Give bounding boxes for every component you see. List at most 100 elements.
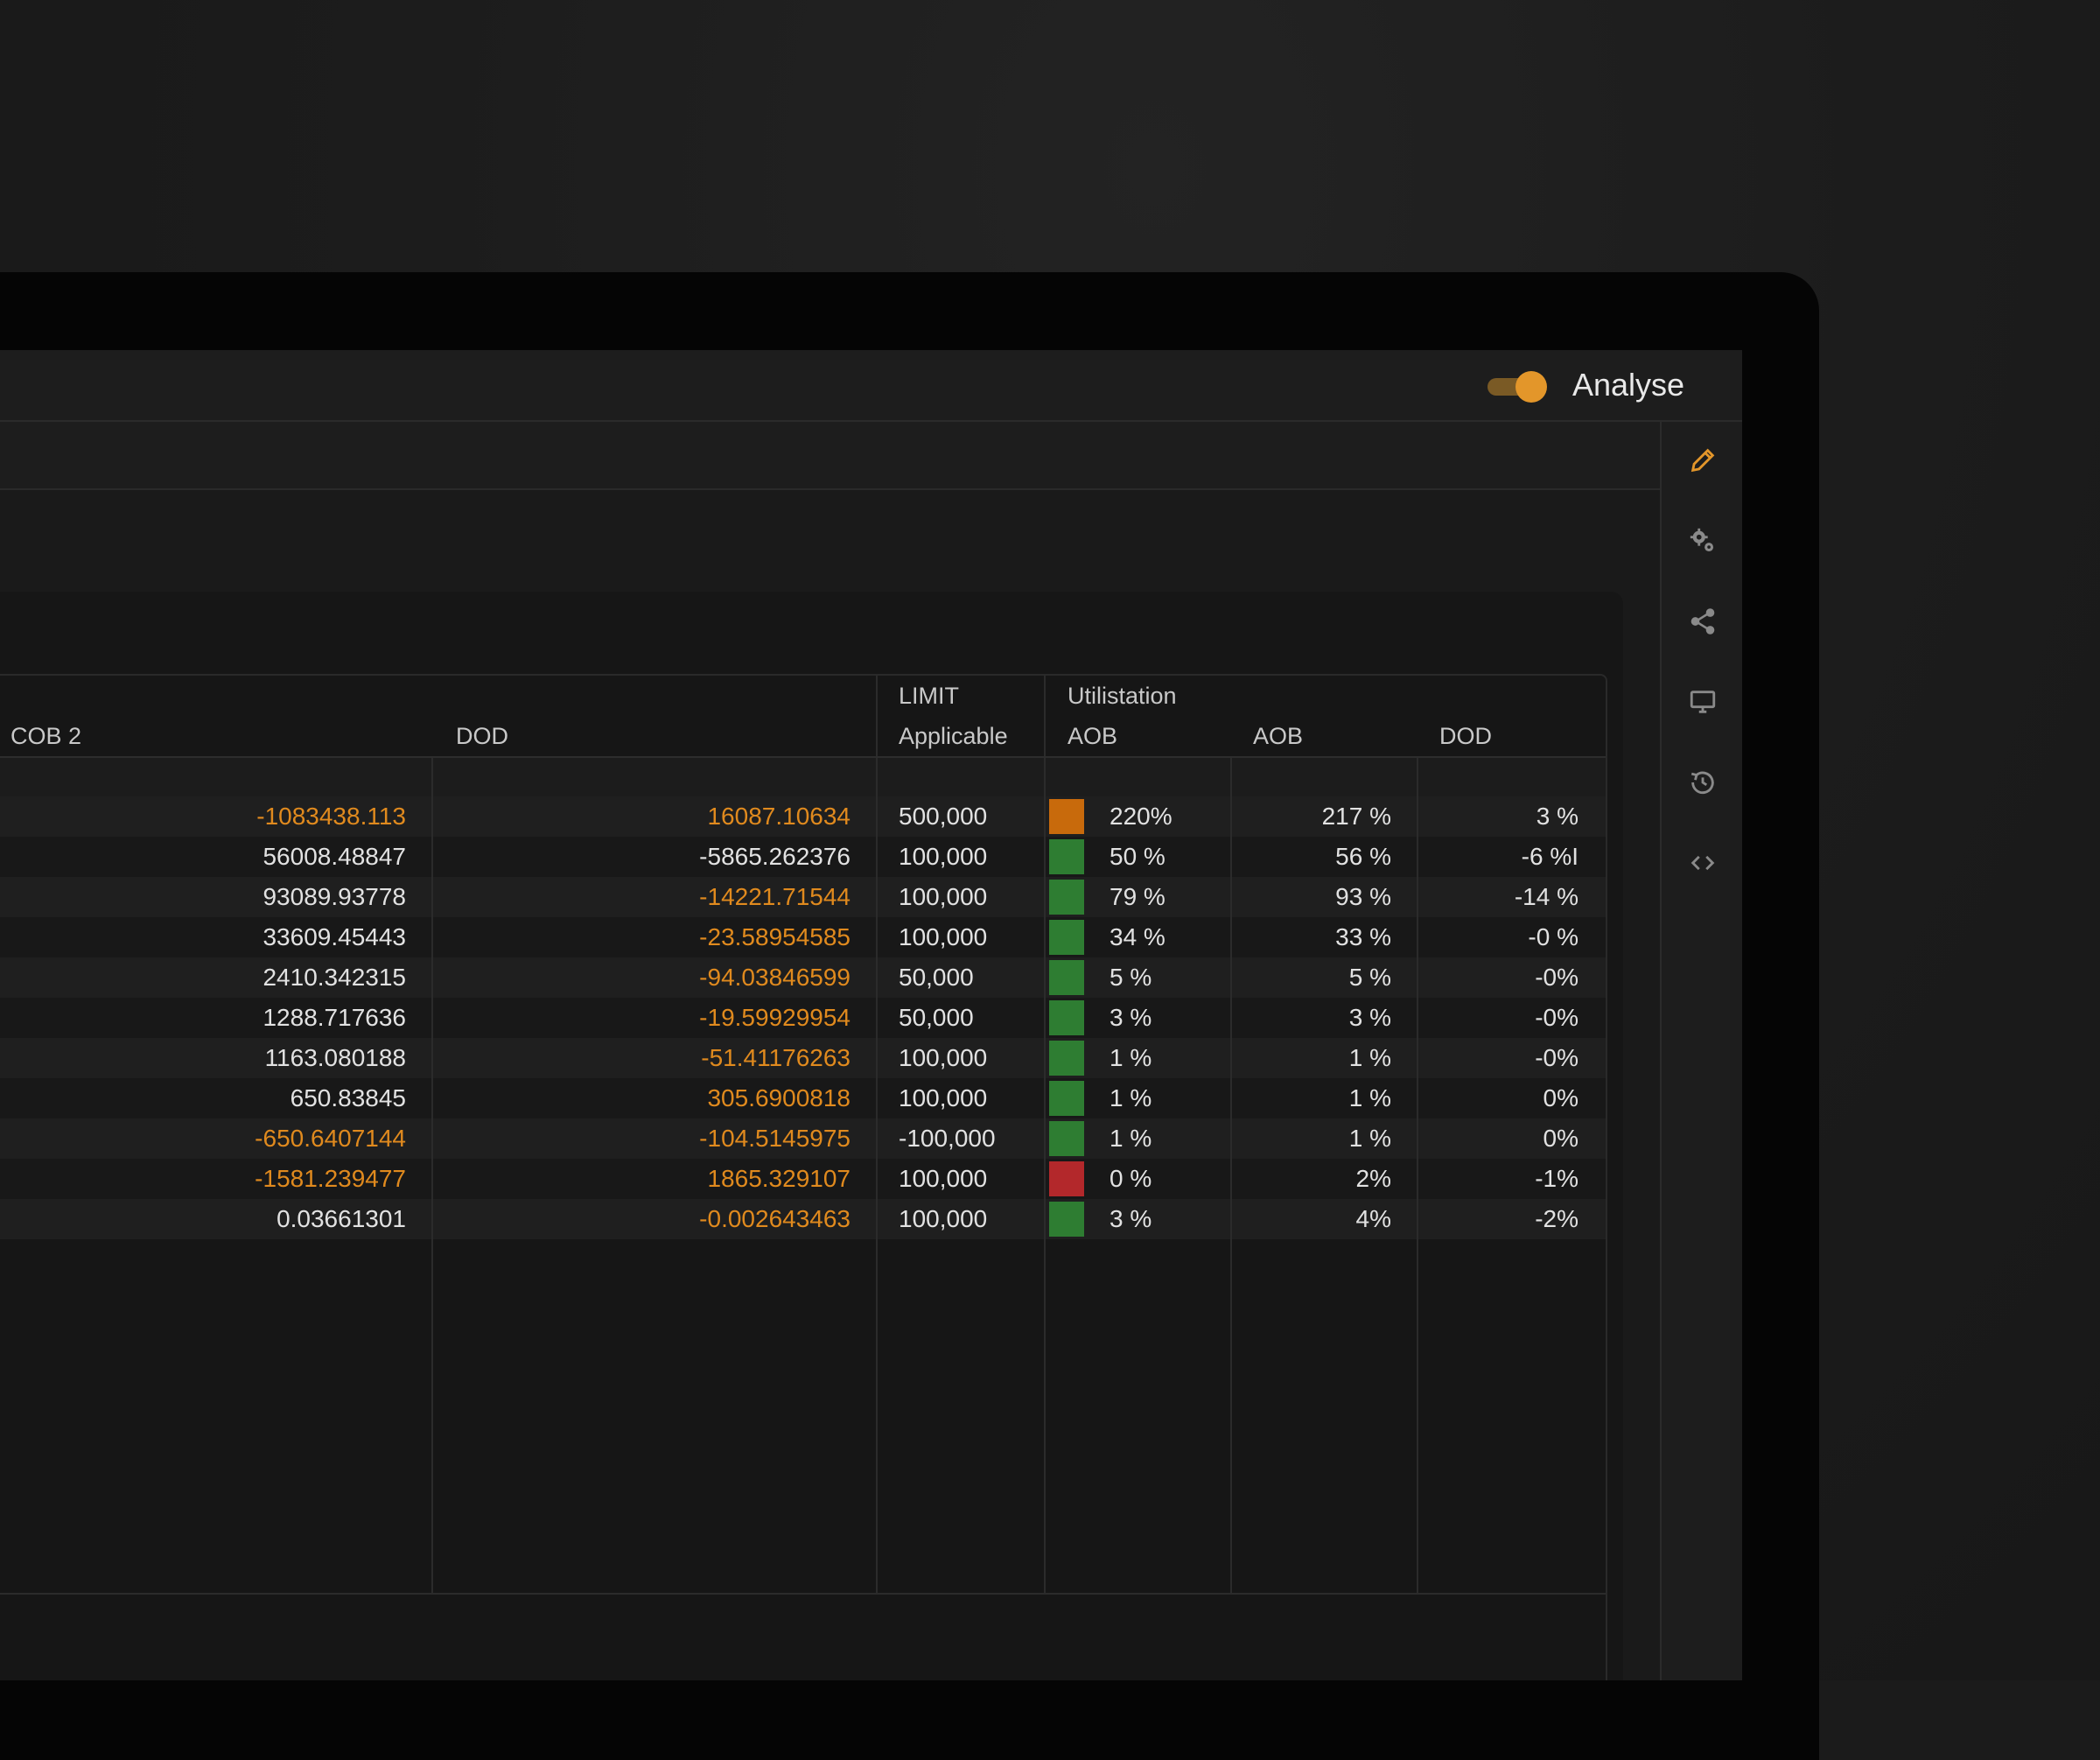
cell-aob: 217 % bbox=[1321, 803, 1391, 830]
header-cob2[interactable]: COB 2 bbox=[10, 723, 81, 750]
header-limit-top: LIMIT bbox=[899, 683, 960, 709]
cell-dod-2: -0% bbox=[1535, 1004, 1578, 1031]
table-row[interactable]: 56008.48847 -5865.262376 100,000 50 % 56 % -6… bbox=[0, 837, 1606, 877]
cell-util-aob: 1 % bbox=[1110, 1044, 1152, 1071]
header-utilisation: Utilistation bbox=[1068, 683, 1177, 709]
cell-util-aob: 34 % bbox=[1110, 923, 1166, 950]
cell-dod-2: -0 % bbox=[1528, 923, 1578, 950]
cell-dod: -94.03846599 bbox=[699, 964, 850, 991]
status-indicator bbox=[1049, 880, 1084, 915]
column-separator bbox=[876, 758, 878, 1593]
cell-cob2: -1083438.113 bbox=[256, 803, 406, 830]
cell-dod-2: -2% bbox=[1535, 1205, 1578, 1232]
cell-limit: 100,000 bbox=[899, 843, 988, 870]
cell-dod: 305.6900818 bbox=[707, 1084, 850, 1111]
cell-cob2: 1288.717636 bbox=[262, 1004, 406, 1031]
cell-util-aob: 3 % bbox=[1110, 1205, 1152, 1232]
cell-aob: 93 % bbox=[1335, 883, 1391, 910]
cell-util-aob: 1 % bbox=[1110, 1084, 1152, 1111]
cell-aob: 56 % bbox=[1335, 843, 1391, 870]
status-indicator bbox=[1049, 1000, 1084, 1035]
table-row[interactable]: 2410.342315 -94.03846599 50,000 5 % 5 % -0% bbox=[0, 957, 1606, 998]
share-icon[interactable] bbox=[1687, 606, 1718, 637]
header-util-aob[interactable]: AOB bbox=[1068, 723, 1117, 750]
cell-limit: 100,000 bbox=[899, 883, 988, 910]
cell-limit: 500,000 bbox=[899, 803, 988, 830]
cell-limit: 50,000 bbox=[899, 1004, 974, 1031]
status-indicator bbox=[1049, 1202, 1084, 1237]
header-aob[interactable]: AOB bbox=[1253, 723, 1303, 750]
table-row[interactable]: -650.6407144 -104.5145975 -100,000 1 % 1 % 0% bbox=[0, 1118, 1606, 1159]
table-filter-row bbox=[0, 758, 1606, 796]
cell-dod-2: -0% bbox=[1535, 964, 1578, 991]
cell-cob2: 1163.080188 bbox=[264, 1044, 406, 1071]
analyse-toggle[interactable] bbox=[1486, 371, 1547, 403]
table-row[interactable]: -1581.239477 1865.329107 100,000 0 % 2% -1% bbox=[0, 1159, 1606, 1199]
column-separator bbox=[1044, 758, 1046, 1593]
cell-cob2: 2410.342315 bbox=[262, 964, 406, 991]
monitor-icon[interactable] bbox=[1687, 686, 1718, 718]
cell-aob: 3 % bbox=[1348, 1004, 1391, 1031]
table-row[interactable]: 93089.93778 -14221.71544 100,000 79 % 93 % -1… bbox=[0, 877, 1606, 917]
table-row[interactable]: 1163.080188 -51.41176263 100,000 1 % 1 % -0% bbox=[0, 1038, 1606, 1078]
cell-aob: 1 % bbox=[1348, 1084, 1391, 1111]
cell-dod: -14221.71544 bbox=[699, 883, 850, 910]
cell-aob: 4% bbox=[1355, 1205, 1391, 1232]
table-row[interactable]: 650.83845 305.6900818 100,000 1 % 1 % 0% bbox=[0, 1078, 1606, 1118]
column-separator bbox=[1230, 758, 1232, 1593]
cell-cob2: 0.03661301 bbox=[276, 1205, 406, 1232]
app-screen: Analyse COB 2 DOD LIMIT Applicable Utili… bbox=[0, 350, 1742, 1680]
table-row[interactable]: 33609.45443 -23.58954585 100,000 34 % 33 % -0… bbox=[0, 917, 1606, 957]
table-bottom-border bbox=[0, 1593, 1606, 1595]
cell-cob2: 56008.48847 bbox=[262, 843, 406, 870]
gears-icon[interactable] bbox=[1687, 525, 1718, 557]
header-dod[interactable]: DOD bbox=[456, 723, 508, 750]
cell-dod: 1865.329107 bbox=[707, 1165, 850, 1192]
cell-dod-2: 3 % bbox=[1536, 803, 1578, 830]
cell-aob: 2% bbox=[1355, 1165, 1391, 1192]
status-indicator bbox=[1049, 839, 1084, 874]
cell-limit: 100,000 bbox=[899, 1084, 988, 1111]
cell-cob2: -650.6407144 bbox=[255, 1125, 406, 1152]
table-row[interactable]: -1083438.113 16087.10634 500,000 220% 217 % 3… bbox=[0, 796, 1606, 837]
cell-aob: 5 % bbox=[1348, 964, 1391, 991]
cell-dod-2: -0% bbox=[1535, 1044, 1578, 1071]
cell-dod: -104.5145975 bbox=[699, 1125, 850, 1152]
pencil-icon[interactable] bbox=[1687, 445, 1718, 476]
cell-cob2: -1581.239477 bbox=[255, 1165, 406, 1192]
cell-cob2: 650.83845 bbox=[290, 1084, 406, 1111]
cell-cob2: 33609.45443 bbox=[262, 923, 406, 950]
cell-limit: 50,000 bbox=[899, 964, 974, 991]
status-indicator bbox=[1049, 1161, 1084, 1196]
top-bar: Analyse bbox=[0, 350, 1742, 422]
cell-util-aob: 3 % bbox=[1110, 1004, 1152, 1031]
status-indicator bbox=[1049, 1081, 1084, 1116]
cell-dod: -23.58954585 bbox=[699, 923, 850, 950]
header-separator bbox=[876, 676, 878, 756]
cell-dod: -0.002643463 bbox=[699, 1205, 850, 1232]
right-icon-rail bbox=[1660, 422, 1742, 1680]
cell-dod: 16087.10634 bbox=[707, 803, 850, 830]
cell-dod-2: -1% bbox=[1535, 1165, 1578, 1192]
cell-limit: -100,000 bbox=[899, 1125, 996, 1152]
cell-util-aob: 50 % bbox=[1110, 843, 1166, 870]
status-indicator bbox=[1049, 799, 1084, 834]
cell-cob2: 93089.93778 bbox=[262, 883, 406, 910]
header-limit-applicable[interactable]: Applicable bbox=[899, 723, 1008, 750]
cell-dod-2: -6 %I bbox=[1521, 843, 1578, 870]
cell-limit: 100,000 bbox=[899, 1044, 988, 1071]
table-row[interactable]: 1288.717636 -19.59929954 50,000 3 % 3 % -0% bbox=[0, 998, 1606, 1038]
cell-limit: 100,000 bbox=[899, 1165, 988, 1192]
cell-dod-2: -14 % bbox=[1514, 883, 1578, 910]
header-dod-2[interactable]: DOD bbox=[1439, 723, 1492, 750]
analyse-toggle-label: Analyse bbox=[1572, 367, 1685, 403]
cell-util-aob: 0 % bbox=[1110, 1165, 1152, 1192]
cell-dod: -51.41176263 bbox=[701, 1044, 850, 1071]
table-row[interactable]: 0.03661301 -0.002643463 100,000 3 % 4% -2% bbox=[0, 1199, 1606, 1239]
cell-limit: 100,000 bbox=[899, 923, 988, 950]
history-icon[interactable] bbox=[1687, 767, 1718, 798]
cell-dod-2: 0% bbox=[1543, 1125, 1578, 1152]
cell-util-aob: 220% bbox=[1110, 803, 1172, 830]
code-icon[interactable] bbox=[1687, 847, 1718, 879]
toggle-knob bbox=[1516, 371, 1547, 403]
